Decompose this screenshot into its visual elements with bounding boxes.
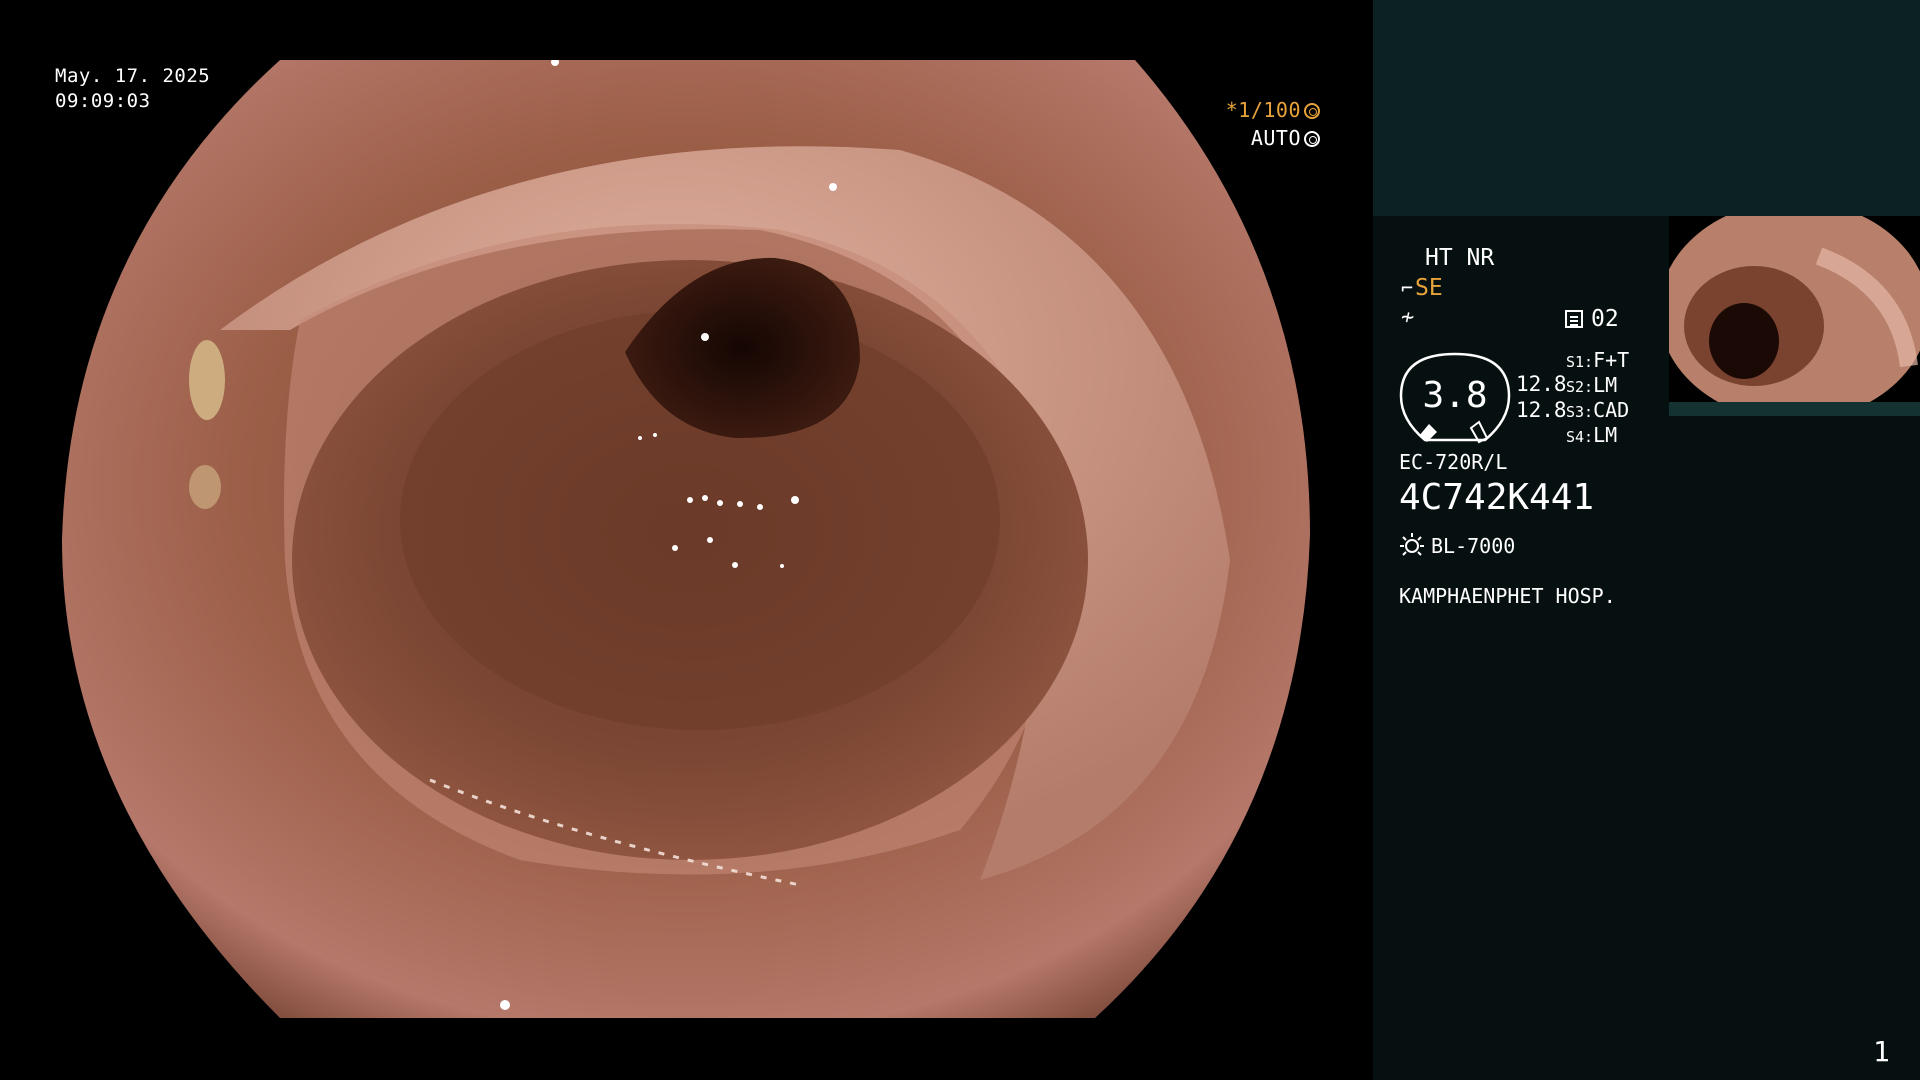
gauge-value: 3.8 bbox=[1422, 375, 1488, 416]
gauge-reading-1: 12.8 bbox=[1516, 372, 1567, 396]
thumbnail-footer bbox=[1669, 402, 1920, 416]
enhancement-status: ⌐SE bbox=[1401, 274, 1443, 302]
enhancement-label: SE bbox=[1415, 275, 1443, 301]
switch-row: S1:F+T bbox=[1566, 348, 1630, 372]
switch-row: S4:LM bbox=[1566, 423, 1618, 447]
exposure-settings: *1/100 AUTO bbox=[1226, 98, 1320, 151]
scope-model: EC-720R/L bbox=[1399, 450, 1508, 474]
switch-row: S3:CAD bbox=[1566, 398, 1630, 422]
endoscope-view: May. 17. 2025 09:09:03 *1/100 AUTO bbox=[0, 0, 1372, 1080]
record-count: 02 bbox=[1591, 306, 1619, 332]
freeze-off-icon: ≁ bbox=[1401, 305, 1415, 330]
record-icon bbox=[1565, 310, 1583, 328]
record-counter: 02 bbox=[1565, 305, 1619, 333]
colon-lumen-image bbox=[62, 60, 1310, 1018]
iris-icon bbox=[1304, 131, 1320, 147]
scope-serial: 4C742K441 bbox=[1399, 477, 1595, 518]
switch-row: S2:LM bbox=[1566, 373, 1618, 397]
light-source: BL-7000 bbox=[1399, 532, 1515, 560]
gauge-reading-2: 12.8 bbox=[1516, 398, 1567, 422]
info-panel: HT NR ⌐SE ≁ 02 3.8 12.8 12.8 S1:F+T S2:L… bbox=[1373, 0, 1920, 1080]
date-text: May. 17. 2025 bbox=[55, 65, 211, 87]
hospital-name: KAMPHAENPHET HOSP. bbox=[1399, 584, 1616, 608]
date-time-stamp: May. 17. 2025 09:09:03 bbox=[55, 64, 210, 114]
panel-header-area bbox=[1373, 0, 1920, 216]
light-source-label: BL-7000 bbox=[1431, 534, 1516, 558]
lamp-icon bbox=[1400, 533, 1424, 556]
thumbnail-preview bbox=[1669, 216, 1920, 416]
shutter-icon bbox=[1304, 103, 1320, 119]
time-text: 09:09:03 bbox=[55, 90, 151, 112]
iris-mode: AUTO bbox=[1250, 126, 1301, 150]
page-number: 1 bbox=[1873, 1035, 1890, 1068]
image-mode-label: HT NR bbox=[1425, 245, 1495, 271]
shutter-speed: *1/100 bbox=[1225, 98, 1301, 122]
enhancement-icon: ⌐ bbox=[1401, 276, 1414, 300]
